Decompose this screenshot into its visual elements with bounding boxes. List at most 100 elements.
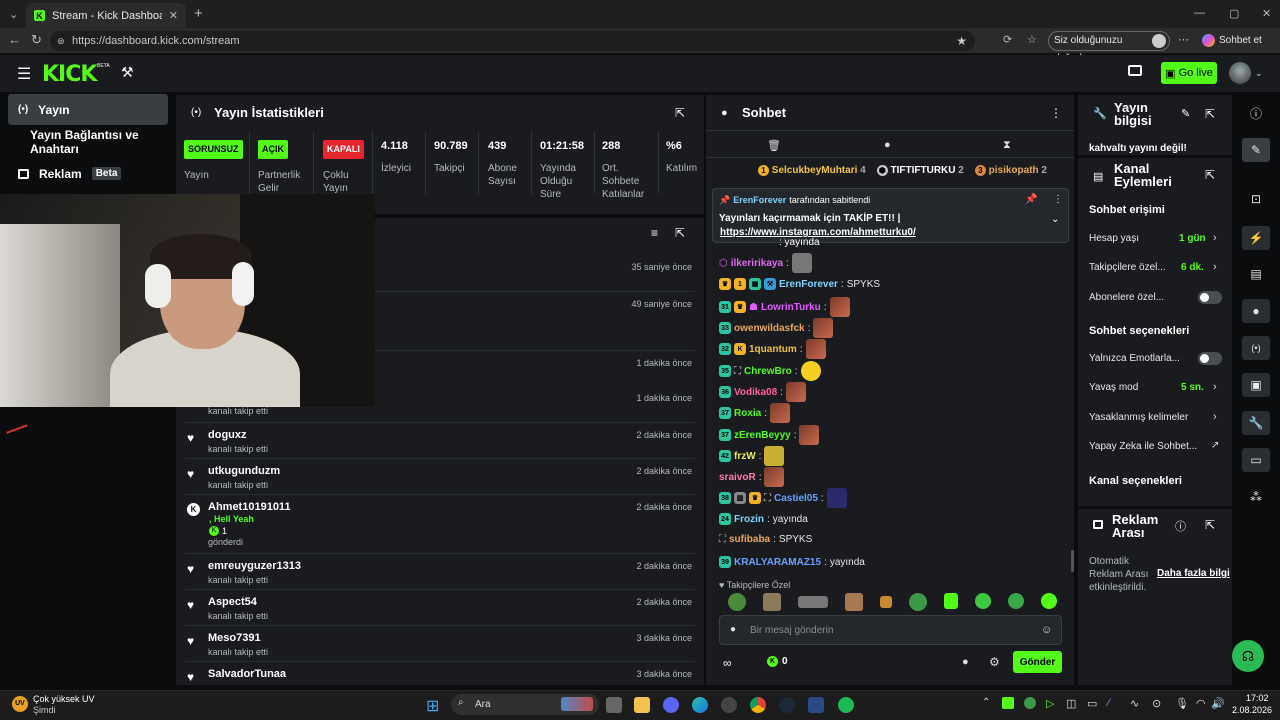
feed-username[interactable]: Aspect54 [208, 596, 257, 608]
feed-username[interactable]: SalvadorTunaa [208, 668, 286, 680]
chat-scrollbar[interactable] [1071, 550, 1074, 572]
site-info-icon[interactable]: ⊜ [57, 31, 65, 51]
edge-icon[interactable] [692, 697, 708, 713]
chat-mode-icon[interactable]: ● [884, 139, 891, 151]
file-explorer-icon[interactable] [634, 697, 650, 713]
chat-username[interactable]: ilkeririkaya [731, 258, 783, 269]
popout-icon[interactable]: ⇱ [1205, 168, 1215, 182]
new-tab-icon[interactable]: + [194, 5, 203, 22]
feed-username[interactable]: emreuyguzer1313 [208, 560, 301, 572]
tray-app-icon[interactable]: ∿ [1130, 697, 1139, 710]
unpin-icon[interactable]: 📌 [1025, 194, 1037, 205]
window-close-icon[interactable]: ✕ [1262, 7, 1271, 20]
pinned-collapse-icon[interactable]: ⌄ [1051, 214, 1059, 225]
chat-menu-icon[interactable]: ⋮ [1050, 106, 1062, 120]
emote-icon[interactable] [909, 593, 927, 611]
hourglass-icon[interactable]: ⧗ [1003, 139, 1011, 152]
chat-username[interactable]: Castiel05 [774, 493, 818, 504]
tray-app-icon[interactable]: ⊙ [1152, 697, 1161, 710]
focus-icon[interactable]: ⊡ [1242, 187, 1270, 211]
emote-icon[interactable] [880, 596, 892, 608]
copilot-label[interactable]: Sohbet et [1219, 35, 1262, 46]
popout-icon[interactable]: ⇱ [675, 106, 685, 120]
emote-icon[interactable] [1008, 593, 1024, 609]
copilot-icon[interactable] [1202, 34, 1215, 47]
address-bar[interactable]: ⊜ https://dashboard.kick.com/stream ★ [50, 31, 975, 51]
maximize-icon[interactable]: ▢ [1229, 7, 1239, 20]
tray-app-icon[interactable] [1002, 697, 1014, 709]
hamburger-menu-icon[interactable]: ☰ [17, 64, 31, 84]
user-avatar[interactable] [1229, 62, 1251, 84]
chat-icon[interactable]: ● [1242, 299, 1270, 323]
send-button[interactable]: Gönder [1013, 651, 1062, 673]
chat-username[interactable]: 1quantum [749, 344, 797, 355]
chat-username[interactable]: sufibaba [729, 534, 770, 545]
filter-icon[interactable]: ≡ [651, 226, 658, 240]
emote-icon[interactable] [845, 593, 863, 611]
top-gifter[interactable]: ⬢ TIFTIFTURKU 2 [876, 165, 964, 176]
chat-username[interactable]: Roxia [734, 408, 761, 419]
go-live-button[interactable]: ▣ Go live [1161, 62, 1217, 84]
avatar-chevron-icon[interactable]: ⌄ [1255, 68, 1263, 79]
feed-username[interactable]: doguxz [208, 429, 247, 441]
popout-icon[interactable]: ⇱ [675, 226, 685, 240]
layout-icon[interactable]: ▣ [1242, 373, 1270, 397]
emote-icon[interactable] [1041, 593, 1057, 609]
task-view-icon[interactable] [606, 697, 622, 713]
feed-username[interactable]: Meso7391 [208, 632, 261, 644]
verify-identity-chip[interactable]: Siz olduğunuzu doğrulayın [1048, 31, 1170, 64]
chevron-right-icon[interactable]: › [1213, 381, 1217, 393]
trash-icon[interactable]: 🗑 [767, 139, 781, 152]
panel-icon[interactable]: ▭ [1242, 448, 1270, 472]
settings-gear-icon[interactable]: ⚙ [989, 655, 1000, 669]
popout-icon[interactable]: ⇱ [1205, 107, 1215, 121]
broadcast-icon[interactable]: (•) [1242, 336, 1270, 360]
edit-icon[interactable]: ✎ [1242, 138, 1270, 162]
chat-username[interactable]: KRALYARAMAZ15 [734, 557, 821, 568]
info-icon[interactable]: ⓘ [1242, 101, 1270, 125]
tray-chevron-icon[interactable]: ⌃ [982, 697, 990, 708]
banned-words-label[interactable]: Yasaklanmış kelimeler [1089, 412, 1188, 423]
reload-icon[interactable]: ↻ [31, 32, 42, 48]
microphone-icon[interactable]: 🎙 [1175, 697, 1189, 710]
tab-list-chevron-icon[interactable]: ⌄ [9, 8, 18, 21]
wifi-icon[interactable]: ◠ [1196, 697, 1206, 710]
discord-icon[interactable] [663, 697, 679, 713]
nav-item-ads[interactable]: Reklam Beta [8, 158, 168, 189]
emoji-picker-icon[interactable]: ☺ [1041, 624, 1052, 636]
emote-icon[interactable] [944, 593, 958, 609]
tools-hammer-icon[interactable]: ⚒ [121, 64, 134, 81]
taskbar-search[interactable]: ⌕ Ara [451, 694, 599, 715]
emotes-only-toggle[interactable] [1198, 352, 1222, 365]
emote-icon[interactable] [728, 593, 746, 611]
followers-only-setting-label[interactable]: Takipçilere özel... [1089, 262, 1166, 273]
spotify-icon[interactable] [838, 697, 854, 713]
more-menu-icon[interactable]: ⋯ [1178, 33, 1189, 46]
top-gifter[interactable]: 1 SelcukbeyMuhtari 4 [758, 165, 866, 176]
favorites-icon[interactable]: ☆ [1027, 33, 1037, 46]
app-icon[interactable] [721, 697, 737, 713]
chat-username[interactable]: ChrewBro [744, 366, 792, 377]
document-icon[interactable]: ▤ [1242, 262, 1270, 286]
clock-time[interactable]: 17:02 [1246, 693, 1269, 703]
feed-username[interactable]: utkugunduzm [208, 465, 280, 477]
uv-weather-icon[interactable]: UV [12, 696, 28, 712]
browser-tab[interactable]: K Stream - Kick Dashboard ✕ [26, 3, 186, 28]
wrench-icon[interactable]: 🔧 [1242, 411, 1270, 435]
slow-mode-label[interactable]: Yavaş mod [1089, 382, 1138, 393]
lightning-icon[interactable]: ⚡ [1242, 226, 1270, 250]
tray-app-icon[interactable] [1024, 697, 1036, 709]
emote-icon[interactable] [975, 593, 991, 609]
chevron-right-icon[interactable]: › [1213, 261, 1217, 273]
minimize-icon[interactable]: — [1194, 7, 1205, 19]
nav-item-stream-key[interactable]: Yayın Bağlantısı ve Anahtarı [8, 126, 176, 157]
chat-username[interactable]: frzW [734, 451, 756, 462]
chevron-right-icon[interactable]: › [1213, 411, 1217, 423]
ai-chat-label[interactable]: Yapay Zeka ile Sohbet... [1089, 441, 1197, 452]
info-icon[interactable]: ⓘ [1175, 518, 1186, 534]
ad-break-learn-more-link[interactable]: Daha fazla bilgi [1157, 568, 1230, 579]
tray-app-icon[interactable]: ∕ [1108, 697, 1110, 709]
tab-close-icon[interactable]: ✕ [169, 9, 178, 22]
chevron-right-icon[interactable]: › [1213, 232, 1217, 244]
chat-username[interactable]: LowrinTurku [761, 302, 821, 313]
